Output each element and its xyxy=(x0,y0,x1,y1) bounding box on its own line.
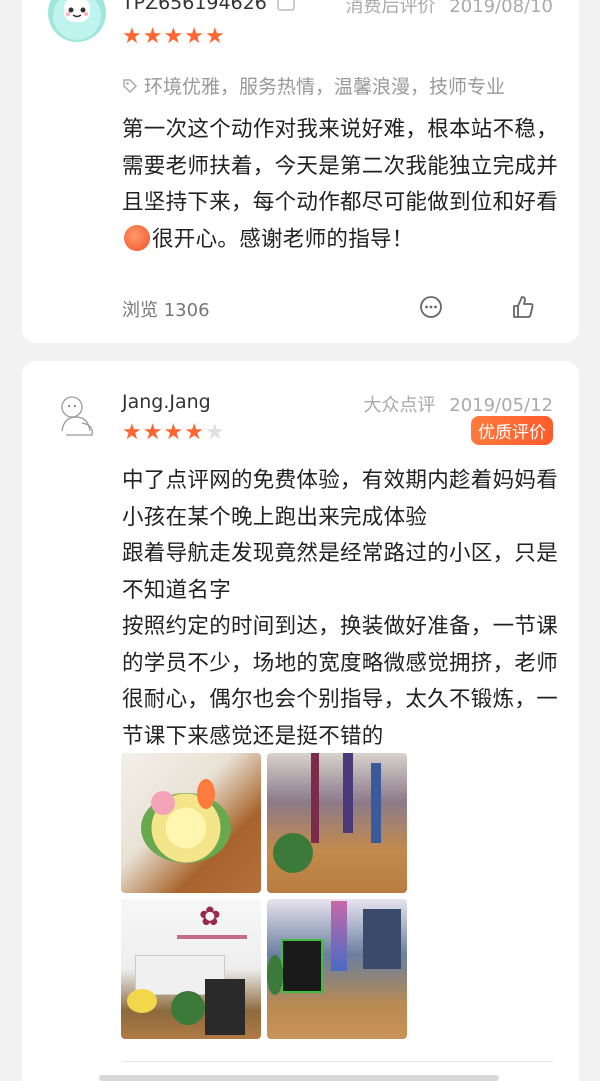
review-photo[interactable] xyxy=(267,899,407,1039)
star-icon: ★ xyxy=(163,24,184,49)
horizontal-scrollbar[interactable] xyxy=(99,1075,499,1081)
star-icon: ★ xyxy=(122,420,142,445)
review-text: 中了点评网的免费体验，有效期内趁着妈妈看小孩在某个晚上跑出来完成体验 跟着导航走… xyxy=(122,463,562,755)
review-photo-grid: ✿ xyxy=(121,753,411,1039)
review-text: 第一次这个动作对我来说好难，根本站不稳，需要老师扶着，今天是第二次我能独立完成并… xyxy=(122,117,559,252)
star-icon: ★ xyxy=(122,24,142,49)
review-paragraph: 按照约定的时间到达，换装做好准备，一节课的学员不少，场地的宽度略微感觉拥挤，老师… xyxy=(122,614,559,749)
studio-logo-icon: ✿ xyxy=(199,902,221,932)
edit-icon xyxy=(276,0,295,11)
review-paragraph: 跟着导航走发现竟然是经常路过的小区，只是不知道名字 xyxy=(122,541,559,603)
username[interactable]: Jang.Jang xyxy=(122,391,211,413)
star-icon: ★ xyxy=(142,24,163,49)
review-meta: 大众点评 2019/05/12 xyxy=(363,395,553,416)
review-tags: 环境优雅，服务热情，温馨浪漫，技师专业 xyxy=(122,72,505,99)
orange-emoji-icon xyxy=(124,224,150,251)
star-icon: ★ xyxy=(204,420,225,445)
review-card: TPZ656194626 消费后评价 2019/08/10 ★ ★ ★ ★ ★ … xyxy=(22,0,579,343)
thumbs-up-icon[interactable] xyxy=(510,294,536,320)
star-icon: ★ xyxy=(163,420,184,445)
cartoon-avatar-icon xyxy=(61,396,93,436)
star-rating: ★ ★ ★ ★ ★ xyxy=(122,26,225,48)
divider xyxy=(122,1061,553,1062)
review-card: Jang.Jang 大众点评 2019/05/12 ★ ★ ★ ★ ★ 优质评价… xyxy=(22,361,579,1081)
tag-icon xyxy=(123,78,138,93)
star-icon: ★ xyxy=(184,420,204,445)
username[interactable]: TPZ656194626 xyxy=(122,0,295,14)
star-icon: ★ xyxy=(142,420,163,445)
comment-icon[interactable] xyxy=(418,294,444,320)
star-icon: ★ xyxy=(204,24,225,49)
user-avatar[interactable] xyxy=(48,387,106,445)
view-count: 浏览 1306 xyxy=(122,300,210,321)
star-rating: ★ ★ ★ ★ ★ xyxy=(122,422,225,444)
review-paragraph: 中了点评网的免费体验，有效期内趁着妈妈看小孩在某个晚上跑出来完成体验 xyxy=(122,468,559,530)
quality-review-badge: 优质评价 xyxy=(471,416,553,445)
review-photo[interactable] xyxy=(267,753,407,893)
review-meta: 消费后评价 2019/08/10 xyxy=(345,0,553,17)
review-photo[interactable]: ✿ xyxy=(121,899,261,1039)
star-icon: ★ xyxy=(184,24,204,49)
review-photo[interactable] xyxy=(121,753,261,893)
user-avatar[interactable] xyxy=(48,0,106,42)
robot-avatar-icon xyxy=(64,0,90,22)
